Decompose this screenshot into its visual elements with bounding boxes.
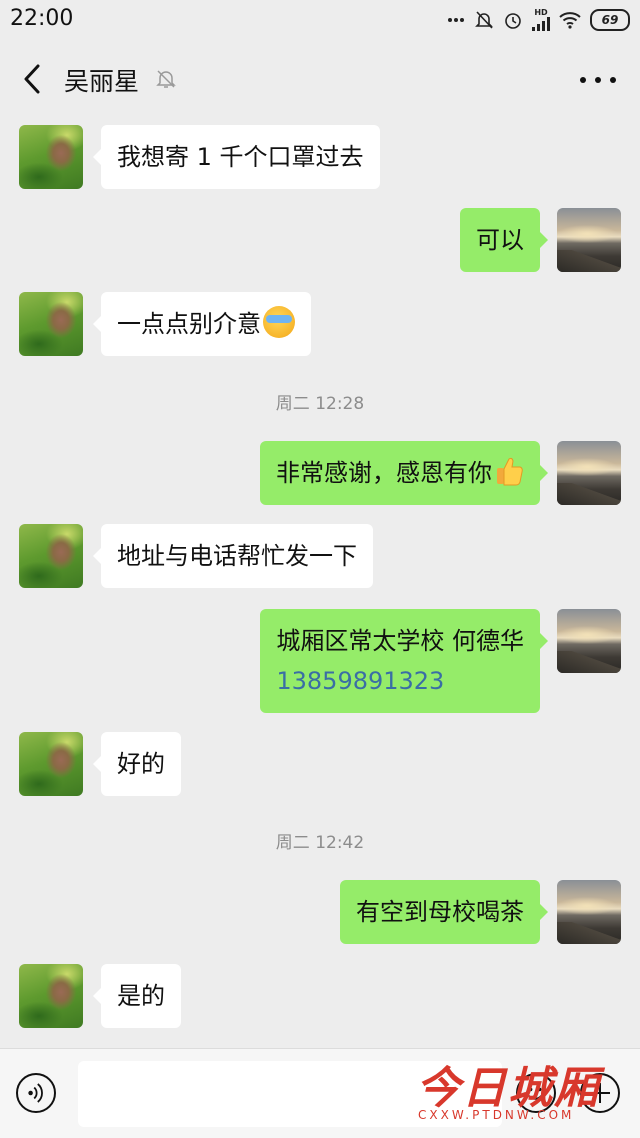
chat-title: 吴丽星 <box>64 67 140 96</box>
my-avatar[interactable] <box>557 208 621 272</box>
friend-avatar[interactable] <box>19 732 83 796</box>
voice-icon[interactable] <box>16 1073 56 1113</box>
message-text: 可以 <box>476 226 524 254</box>
my-avatar[interactable] <box>557 609 621 673</box>
signal-icon <box>532 17 550 31</box>
message-text: 城厢区常太学校 何德华 <box>276 627 524 655</box>
message-text: 是的 <box>117 982 165 1010</box>
plus-icon[interactable] <box>580 1073 620 1113</box>
my-avatar[interactable] <box>557 880 621 944</box>
crying-laughing-emoji-icon <box>263 306 295 338</box>
message-input[interactable] <box>78 1061 502 1127</box>
message-bubble-in[interactable]: 好的 <box>93 732 181 796</box>
message-text: 我想寄 1 千个口罩过去 <box>117 143 364 171</box>
alarm-icon <box>505 13 521 29</box>
more-dots-icon <box>580 77 586 83</box>
back-button[interactable] <box>18 62 48 96</box>
friend-avatar[interactable] <box>19 292 83 356</box>
my-avatar[interactable] <box>557 441 621 505</box>
message-text: 地址与电话帮忙发一下 <box>117 542 357 570</box>
friend-avatar[interactable] <box>19 964 83 1028</box>
message-text: 非常感谢，感恩有你 <box>276 459 492 487</box>
wifi-icon <box>559 12 581 29</box>
hd-label: HD <box>534 8 548 17</box>
message-bubble-in[interactable]: 地址与电话帮忙发一下 <box>93 524 373 588</box>
message-bubble-in[interactable]: 是的 <box>93 964 181 1028</box>
phone-number-link[interactable]: 13859891323 <box>276 661 524 701</box>
message-bubble-out[interactable]: 有空到母校喝茶 <box>340 880 548 944</box>
message-bubble-out[interactable]: 城厢区常太学校 何德华 13859891323 <box>260 609 548 713</box>
message-text: 一点点别介意 <box>117 310 261 338</box>
friend-avatar[interactable] <box>19 125 83 189</box>
input-bar <box>0 1048 640 1138</box>
friend-avatar[interactable] <box>19 524 83 588</box>
status-bar: 22:00 HD 69 <box>0 0 640 40</box>
message-timestamp: 周二 12:28 <box>275 394 365 414</box>
emoji-icon[interactable] <box>516 1073 556 1113</box>
more-options-button[interactable] <box>580 76 616 84</box>
message-bubble-in[interactable]: 我想寄 1 千个口罩过去 <box>93 125 380 189</box>
message-timestamp: 周二 12:42 <box>275 833 365 853</box>
chat-header: 吴丽星 <box>0 40 640 118</box>
message-bubble-in[interactable]: 一点点别介意 <box>93 292 311 356</box>
thumbs-up-emoji-icon <box>497 457 523 486</box>
bell-off-icon <box>156 70 176 88</box>
message-text: 好的 <box>117 750 165 778</box>
battery-icon: 69 <box>590 9 630 31</box>
message-bubble-out[interactable]: 可以 <box>460 208 548 272</box>
status-icons: HD 69 <box>447 8 630 32</box>
message-text: 有空到母校喝茶 <box>356 898 524 926</box>
dots-icon <box>448 18 464 22</box>
status-time: 22:00 <box>10 6 74 31</box>
message-bubble-out[interactable]: 非常感谢，感恩有你 <box>260 441 548 505</box>
mute-icon <box>475 11 493 29</box>
